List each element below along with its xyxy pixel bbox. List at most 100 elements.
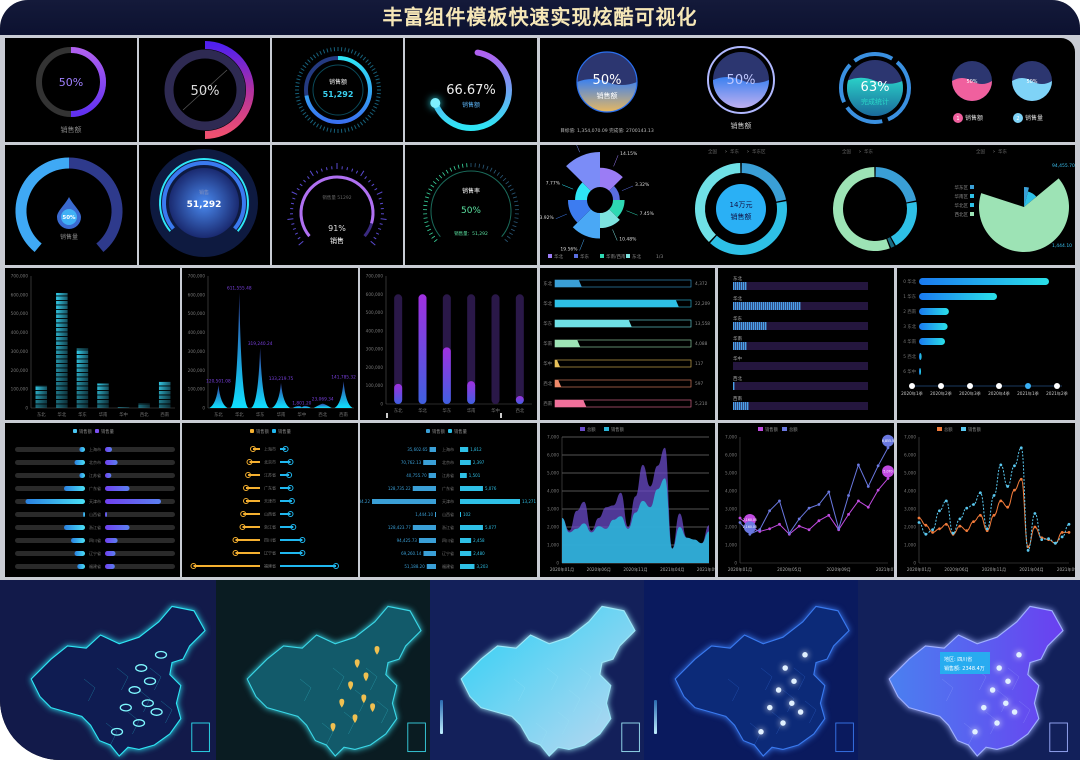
gauge-tick [505,181,510,185]
timeline-node[interactable] [1025,383,1031,389]
timeline-node[interactable] [967,383,973,389]
y-tick-label: 700,000 [188,274,206,279]
x-tick-label: 华南 [99,411,108,418]
marker-label: 2,160.05 [743,525,757,529]
zoom-slider-handle[interactable] [500,413,502,418]
data-point [847,494,850,497]
visual-map-legend[interactable] [654,700,657,734]
bar-segment [76,372,89,377]
bar-stripe [783,302,785,310]
progress-fill [555,360,560,367]
bar-stripe [735,282,737,290]
bar-segment [35,386,48,390]
bar-stripe [755,322,757,330]
gauge-tick [376,96,381,98]
liq-2-svg: 63% 完成统计 [839,52,911,124]
breadcrumb-separator-icon: › [725,149,727,155]
m2-svg [430,580,644,760]
liquid-fill-panel: 63% 完成统计 [808,38,942,142]
map-tooltip: 地区: 四川省销售额: 2348.4万 [940,652,990,674]
x-tick-label: 2020年01月 [907,566,931,573]
gauge-tick [507,184,512,188]
bar-segment [97,386,109,390]
china-map-glow[interactable] [0,580,216,760]
bar-stripe [741,282,743,290]
bar-category-label: 3 东北 [903,323,916,330]
timeline-node[interactable] [938,383,944,389]
bar-category-label: 广东省 [264,485,276,491]
bar-stripe [739,342,741,350]
gauge-tick [307,176,310,180]
bar-segment [117,407,130,408]
gauge-label: 销售量 [60,233,78,241]
bar-value-label: 4,372 [695,281,708,287]
bar-category-label: 四川省 [264,537,276,543]
gauge-tick [502,177,507,182]
china-map-pins[interactable] [216,580,430,760]
visual-map-legend[interactable] [440,700,443,734]
tooltip-line: 销售额: 2348.4万 [944,665,985,672]
data-point [797,517,801,521]
gauge-tick [461,163,464,168]
data-point [965,506,969,510]
gauge-tick [375,232,380,235]
bar-category-label: 东北 [543,280,552,287]
gauge-tick [320,168,323,172]
liquid-caption: 目标值: 1,354,070.09 完成值: 2700143.13 [560,127,654,134]
y-tick-label: 0 [556,561,559,566]
data-point [797,524,801,528]
y-tick-label: 4,000 [725,489,737,494]
bar-category-label: 华北 [733,295,742,302]
bar-value-label: 117 [695,361,703,367]
y-tick-label: 7,000 [547,435,559,440]
gauge-tick [364,176,367,180]
bar-segment [76,399,89,404]
legend-label: 销售量 [278,428,292,435]
data-point [807,528,811,532]
gauge-tick [449,167,453,172]
bar-stripe [737,302,739,310]
gauge-tick [453,165,456,171]
right-bar [105,564,115,569]
bar-stripe [747,402,749,410]
left-bar [426,564,436,569]
bar-segment [97,395,109,399]
bar-track [733,382,868,390]
d4-svg: 0 1,000 2,000 3,000 4,000 5,000 6,000 7,000 销售额 总… [725,426,894,573]
rose-label: 3.32% [635,182,650,188]
timeline-node[interactable] [909,383,915,389]
bar-value-label: 94,425.73 [397,538,418,543]
legend-swatch [604,427,609,431]
gauge-tick [362,119,367,124]
gauge-tick [499,174,504,179]
timeline-node[interactable] [996,383,1002,389]
data-point [972,503,975,506]
china-map-heat[interactable] [430,580,644,760]
china-map-gradient[interactable]: 地区: 四川省 销售额: 2348.4万 [858,580,1080,760]
bar-category-label: 山西省 [264,511,276,517]
ranked-bar [919,293,997,300]
legend-index: 1 [956,116,959,122]
right-bar [460,473,467,478]
china-map-dots[interactable] [644,580,858,760]
bar-stripe [755,302,757,310]
gauge-tick [428,188,433,191]
data-point [999,463,1003,467]
bar-stripe [739,322,741,330]
g-bot-0-svg: 50% 销售量 [15,157,123,252]
bar-stripe [737,282,739,290]
capsule-bar-chart: 0 100,000 200,000 300,000 400,000 500,000 600,… [360,268,537,420]
bar-segment [56,327,68,332]
bar-segment [35,399,48,404]
bar-segment [56,395,68,399]
gauge-tick [438,174,443,179]
gauge-tick [330,47,332,52]
timeline-node[interactable] [1054,383,1060,389]
city-glow-dot [782,665,788,671]
bar-category-label: 北京市 [264,459,276,465]
gauge-tick [378,197,382,200]
breadcrumb-item: 华东区 [752,148,766,155]
rose-svg: 14.15%3.32%7.45%10.48%19.56%13.92%7.77%2… [540,145,663,260]
zoom-slider-handle[interactable] [386,413,388,418]
y-tick-label: 200,000 [188,368,206,373]
